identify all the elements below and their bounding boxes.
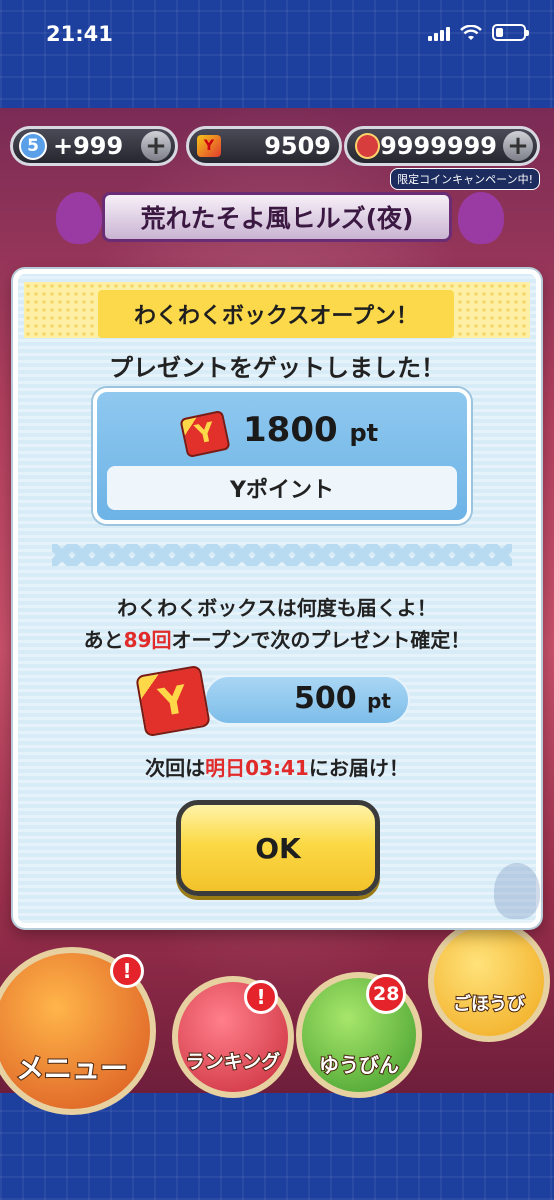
area-title: 荒れたそよ風ヒルズ(夜) [102, 192, 452, 242]
remaining-count: 89回 [123, 628, 172, 652]
y-point-card-icon: Y [135, 664, 211, 738]
next-prize-unit: pt [367, 689, 391, 713]
ghost-icon [494, 863, 540, 919]
ranking-label: ランキング [185, 1050, 281, 1074]
present-dialog: わくわくボックスオープン！ プレゼントをゲットしました！ Y 1800 pt Y… [13, 269, 541, 928]
life-level-badge: 5 [19, 132, 47, 160]
ghost-icon [458, 192, 504, 244]
next-delivery-time: 明日03:41 [205, 756, 309, 780]
prize-box: Y 1800 pt Yポイント [93, 388, 471, 524]
status-time: 21:41 [46, 22, 113, 46]
next-delivery-prefix: 次回は [145, 756, 206, 780]
dialog-title: わくわくボックスオープン！ [98, 290, 454, 338]
wifi-icon [460, 24, 482, 40]
mail-label: ゆうびん [318, 1052, 400, 1078]
points-counter: Y 9509 [186, 126, 342, 166]
next-prize-value: 500 [294, 681, 357, 716]
add-coins-button[interactable]: + [503, 131, 533, 161]
status-icons [428, 24, 529, 41]
ghost-icon [56, 192, 102, 244]
status-bar: 21:41 [0, 0, 554, 70]
y-point-card-icon: Y [179, 409, 231, 459]
points-value: 9509 [264, 132, 331, 160]
reward-button[interactable]: ごほうび [428, 920, 550, 1042]
divider [52, 544, 512, 566]
prize-amount-value: 1800 [243, 410, 338, 450]
coins-counter: 9999999 + [344, 126, 540, 166]
next-delivery-suffix: にお届け！ [308, 756, 409, 780]
next-delivery-message: 次回は明日03:41にお届け！ [18, 752, 536, 781]
ok-button[interactable]: OK [176, 800, 380, 896]
footer-area [0, 1093, 554, 1200]
dialog-subtitle: プレゼントをゲットしました！ [109, 354, 445, 382]
menu-label: メニュー [15, 1051, 129, 1086]
prize-amount-unit: pt [349, 419, 379, 447]
remaining-message: あと89回オープンで次のプレゼント確定！ [18, 624, 536, 653]
next-prize-amount: 500 pt [294, 681, 391, 716]
prize-amount: 1800 pt [243, 410, 378, 450]
battery-level [496, 28, 503, 37]
menu-alert-badge: ! [110, 954, 144, 988]
remaining-suffix: オープンで次のプレゼント確定！ [171, 628, 471, 652]
add-life-button[interactable]: + [141, 131, 171, 161]
reward-label: ごほうび [452, 993, 526, 1016]
cellular-signal-icon [428, 25, 450, 41]
remaining-prefix: あと [83, 628, 124, 652]
life-value: +999 [53, 132, 124, 160]
life-counter: 5 +999 + [10, 126, 178, 166]
ranking-alert-badge: ! [244, 980, 278, 1014]
repeat-message: わくわくボックスは何度も届くよ！ [117, 596, 437, 620]
prize-name: Yポイント [107, 466, 457, 510]
battery-icon [492, 24, 529, 41]
campaign-label: 限定コインキャンペーン中! [390, 168, 540, 190]
coins-value: 9999999 [380, 132, 497, 160]
y-point-card-icon: Y [197, 135, 221, 157]
coin-icon [355, 133, 381, 159]
